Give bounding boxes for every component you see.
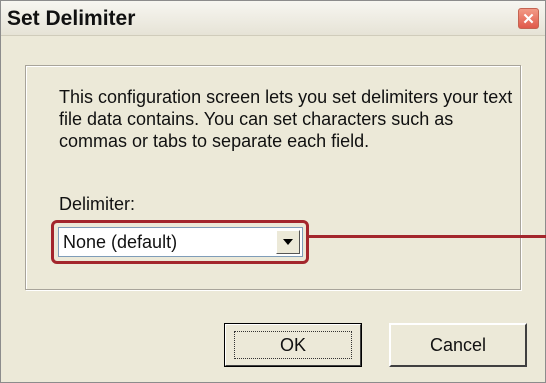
- delimiter-label: Delimiter:: [59, 194, 136, 214]
- callout-line: [308, 235, 546, 238]
- close-button[interactable]: ✕: [518, 8, 539, 29]
- dropdown-button[interactable]: [276, 230, 300, 254]
- focus-rect: [234, 331, 352, 359]
- dropdown-arrow-icon: [283, 239, 293, 245]
- title-bar[interactable]: Set Delimiter ✕: [1, 1, 545, 36]
- ok-button[interactable]: OK: [224, 323, 362, 367]
- close-icon: ✕: [522, 10, 535, 28]
- cancel-button-label: Cancel: [429, 334, 487, 355]
- set-delimiter-dialog: Set Delimiter ✕ This configuration scree…: [0, 0, 546, 383]
- description-text: This configuration screen lets you set d…: [59, 87, 513, 151]
- window-title: Set Delimiter: [7, 7, 136, 30]
- delimiter-select[interactable]: None (default): [58, 227, 303, 257]
- delimiter-select-value: None (default): [63, 232, 178, 252]
- cancel-button[interactable]: Cancel: [389, 323, 527, 367]
